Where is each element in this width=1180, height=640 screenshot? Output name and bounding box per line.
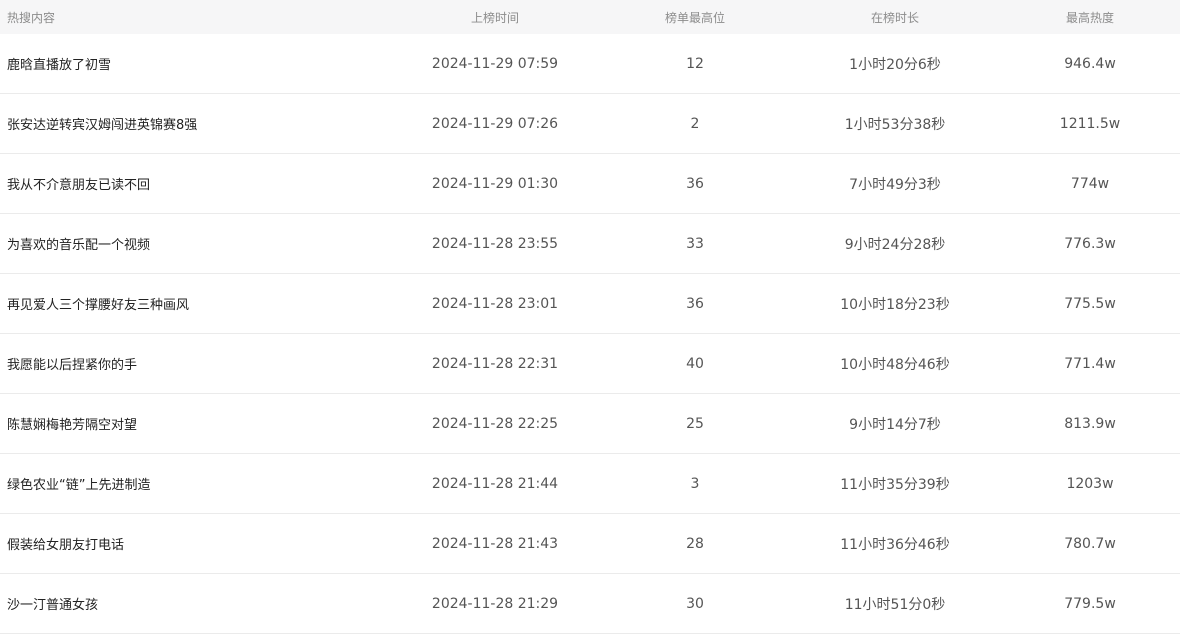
table-row[interactable]: 我从不介意朋友已读不回 2024-11-29 01:30 36 7小时49分3秒… [0,154,1180,214]
table-row[interactable]: 鹿晗直播放了初雪 2024-11-29 07:59 12 1小时20分6秒 94… [0,34,1180,94]
row-title: 我从不介意朋友已读不回 [7,178,151,193]
table-row[interactable]: 绿色农业“链”上先进制造 2024-11-28 21:44 3 11小时35分3… [0,454,1180,514]
row-title: 沙一汀普通女孩 [7,598,99,613]
row-time: 2024-11-28 21:44 [431,475,559,492]
row-heat: 780.7w [1064,535,1116,552]
hot-search-table: 热搜内容 上榜时间 榜单最高位 在榜时长 最高热度 鹿晗直播放了初雪 2024-… [0,0,1180,634]
row-heat: 1211.5w [1059,115,1121,132]
row-duration: 10小时18分23秒 [840,296,950,313]
table-row[interactable]: 沙一汀普通女孩 2024-11-28 21:29 30 11小时51分0秒 77… [0,574,1180,634]
row-rank: 40 [686,355,704,372]
table-header: 热搜内容 上榜时间 榜单最高位 在榜时长 最高热度 [0,0,1180,34]
row-title: 再见爱人三个撑腰好友三种画风 [7,298,190,313]
row-duration: 1小时53分38秒 [844,116,946,133]
row-duration: 10小时48分46秒 [840,356,950,373]
row-title: 鹿晗直播放了初雪 [7,58,112,73]
table-row[interactable]: 假装给女朋友打电话 2024-11-28 21:43 28 11小时36分46秒… [0,514,1180,574]
row-rank: 33 [686,235,704,252]
row-rank: 36 [686,295,704,312]
row-heat: 946.4w [1064,55,1116,72]
row-rank: 3 [690,475,700,492]
row-duration: 1小时20分6秒 [849,56,941,73]
row-rank: 30 [686,595,704,612]
row-time: 2024-11-29 01:30 [431,175,559,192]
header-time: 上榜时间 [470,10,519,25]
row-time: 2024-11-28 21:43 [431,535,559,552]
header-title: 热搜内容 [7,10,56,25]
row-heat: 774w [1070,175,1110,192]
table-row[interactable]: 陈慧娴梅艳芳隔空对望 2024-11-28 22:25 25 9小时14分7秒 … [0,394,1180,454]
row-heat: 1203w [1066,475,1114,492]
header-rank: 榜单最高位 [664,10,725,25]
row-duration: 7小时49分3秒 [849,176,941,193]
row-duration: 9小时24分28秒 [844,236,946,253]
row-rank: 28 [686,535,704,552]
row-heat: 775.5w [1064,295,1116,312]
row-rank: 12 [686,55,704,72]
row-duration: 11小时35分39秒 [840,476,950,493]
row-time: 2024-11-28 22:25 [431,415,559,432]
row-heat: 776.3w [1064,235,1116,252]
row-title: 绿色农业“链”上先进制造 [7,478,151,493]
header-heat: 最高热度 [1065,10,1114,25]
table-row[interactable]: 张安达逆转宾汉姆闯进英锦赛8强 2024-11-29 07:26 2 1小时53… [0,94,1180,154]
row-time: 2024-11-29 07:59 [431,55,559,72]
row-duration: 9小时14分7秒 [849,416,941,433]
table-row[interactable]: 再见爱人三个撑腰好友三种画风 2024-11-28 23:01 36 10小时1… [0,274,1180,334]
row-heat: 771.4w [1064,355,1116,372]
row-duration: 11小时36分46秒 [840,536,950,553]
table-row[interactable]: 为喜欢的音乐配一个视频 2024-11-28 23:55 33 9小时24分28… [0,214,1180,274]
row-rank: 2 [690,115,700,132]
row-title: 为喜欢的音乐配一个视频 [7,238,151,253]
row-title: 张安达逆转宾汉姆闯进英锦赛8强 [7,118,198,133]
row-title: 陈慧娴梅艳芳隔空对望 [7,418,138,433]
row-title: 我愿能以后捏紧你的手 [7,358,138,373]
row-heat: 779.5w [1064,595,1116,612]
row-rank: 36 [686,175,704,192]
row-rank: 25 [686,415,704,432]
row-duration: 11小时51分0秒 [844,596,946,613]
row-time: 2024-11-28 23:55 [431,235,559,252]
row-time: 2024-11-28 23:01 [431,295,559,312]
table-row[interactable]: 我愿能以后捏紧你的手 2024-11-28 22:31 40 10小时48分46… [0,334,1180,394]
row-time: 2024-11-28 22:31 [431,355,559,372]
row-time: 2024-11-29 07:26 [431,115,559,132]
row-time: 2024-11-28 21:29 [431,595,559,612]
row-heat: 813.9w [1064,415,1116,432]
header-duration: 在榜时长 [870,10,919,25]
row-title: 假装给女朋友打电话 [7,538,125,553]
